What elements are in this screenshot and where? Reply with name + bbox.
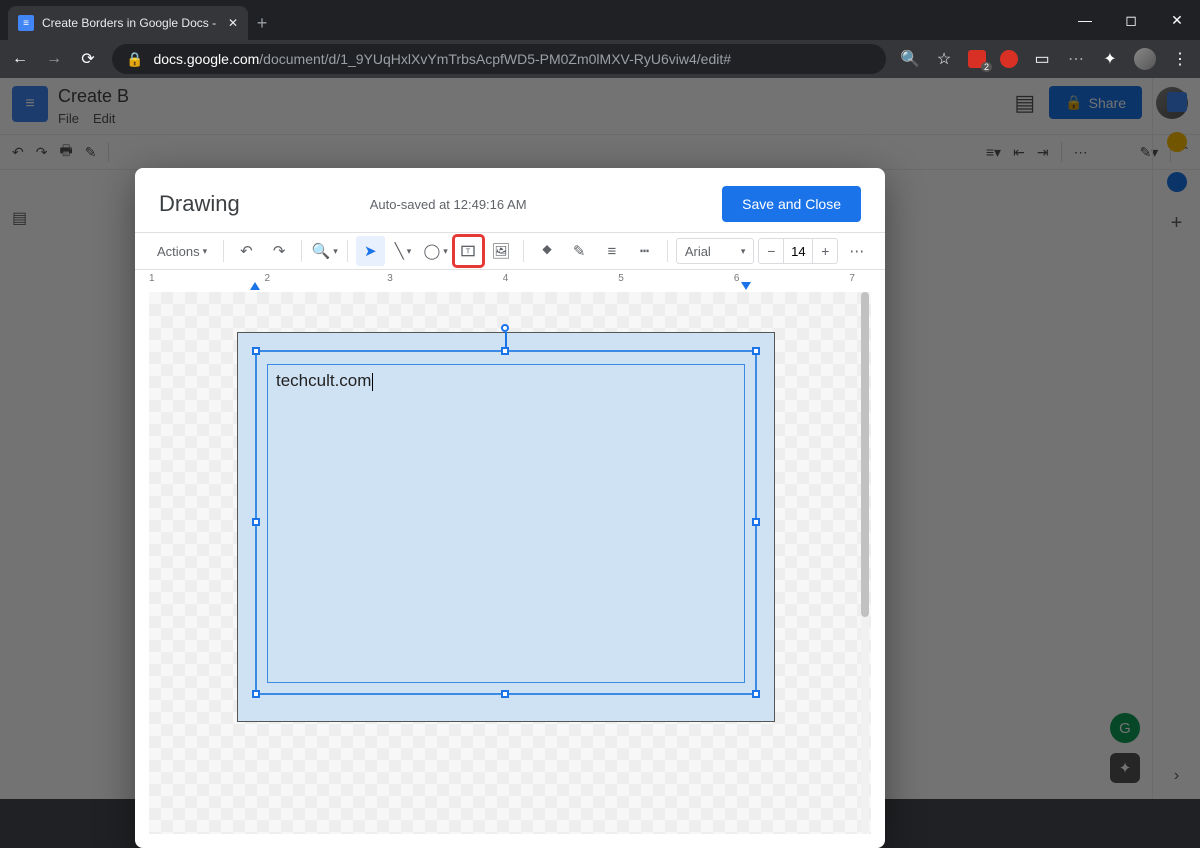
rotation-handle[interactable] (501, 324, 509, 332)
url-path: /document/d/1_9YUqHxlXvYmTrbsAcpfWD5-PM0… (259, 51, 731, 67)
docs-app: ≡ Create B File Edit ▤ 🔒 Share ↶ ↷ 🖶 ✎ ≡… (0, 78, 1200, 799)
forward-button[interactable]: → (44, 50, 64, 68)
redo-button[interactable]: ↷ (265, 236, 294, 266)
scrollbar-thumb[interactable] (861, 292, 869, 617)
right-indent-marker[interactable] (741, 282, 751, 290)
adblock-extension[interactable] (1000, 50, 1018, 68)
reload-button[interactable]: ⟳ (78, 49, 98, 69)
cast-icon[interactable]: ▭ (1032, 49, 1052, 69)
tab-title: Create Borders in Google Docs - (42, 16, 216, 30)
autosave-status: Auto-saved at 12:49:16 AM (370, 197, 527, 212)
url-host: docs.google.com (153, 51, 259, 67)
lock-icon: 🔒 (126, 51, 143, 68)
address-bar: ← → ⟳ 🔒 docs.google.com/document/d/1_9YU… (0, 40, 1200, 78)
resize-handle-br[interactable] (752, 690, 760, 698)
extension-icons: 🔍 ☆ 2 ▭ ⋯ ✦ ⋮ (900, 48, 1190, 70)
text-caret (372, 373, 373, 391)
new-tab-button[interactable]: + (248, 6, 276, 40)
zoom-button[interactable]: 🔍 (310, 236, 339, 266)
search-icon[interactable]: 🔍 (900, 49, 920, 69)
font-size-increase[interactable]: + (813, 239, 837, 263)
line-tool[interactable]: ╲ (389, 236, 418, 266)
vertical-scrollbar[interactable] (861, 292, 869, 834)
border-dash-button[interactable]: ┅ (630, 236, 659, 266)
select-tool[interactable]: ➤ (356, 236, 385, 266)
horizontal-ruler[interactable]: 1 2 3 4 5 6 7 (135, 270, 885, 292)
svg-text:T: T (466, 247, 471, 256)
image-tool[interactable]: 🖼 (487, 236, 516, 266)
dialog-title: Drawing (159, 191, 240, 217)
back-button[interactable]: ← (10, 50, 30, 68)
actions-menu[interactable]: Actions (149, 236, 215, 266)
omnibox[interactable]: 🔒 docs.google.com/document/d/1_9YUqHxlXv… (112, 44, 886, 74)
border-color-button[interactable]: ✎ (565, 236, 594, 266)
todoist-extension[interactable]: 2 (968, 50, 986, 68)
close-window-button[interactable]: ✕ (1154, 0, 1200, 40)
maximize-button[interactable]: ◻ (1108, 0, 1154, 40)
profile-avatar[interactable] (1134, 48, 1156, 70)
browser-titlebar: ≡ Create Borders in Google Docs - ✕ + — … (0, 0, 1200, 40)
resize-handle-tl[interactable] (252, 347, 260, 355)
resize-handle-t[interactable] (501, 347, 509, 355)
resize-handle-r[interactable] (752, 518, 760, 526)
drawing-canvas[interactable]: 1 2 3 techcult.com (149, 292, 871, 834)
font-size-decrease[interactable]: − (759, 239, 783, 263)
undo-button[interactable]: ↶ (232, 236, 261, 266)
more-options-button[interactable]: ⋯ (842, 236, 871, 266)
close-tab-icon[interactable]: ✕ (228, 16, 238, 30)
drawing-toolbar: Actions ↶ ↷ 🔍 ➤ ╲ ◯ T 🖼 ✎ ≡ ┅ Arial▾ (135, 232, 885, 270)
fill-color-button[interactable] (532, 236, 561, 266)
drawing-dialog: Drawing Auto-saved at 12:49:16 AM Save a… (135, 168, 885, 848)
shape-tool[interactable]: ◯ (421, 236, 450, 266)
browser-tab[interactable]: ≡ Create Borders in Google Docs - ✕ (8, 6, 248, 40)
border-weight-button[interactable]: ≡ (598, 236, 627, 266)
extension-badge: 2 (981, 62, 992, 72)
resize-handle-b[interactable] (501, 690, 509, 698)
left-indent-marker[interactable] (250, 282, 260, 290)
resize-handle-tr[interactable] (752, 347, 760, 355)
textbox-tool[interactable]: T (454, 236, 483, 266)
extension-dot[interactable]: ⋯ (1066, 49, 1086, 69)
textbox-selection[interactable]: techcult.com (255, 350, 757, 695)
textbox-content[interactable]: techcult.com (267, 364, 745, 683)
minimize-button[interactable]: — (1062, 0, 1108, 40)
docs-favicon: ≡ (18, 15, 34, 31)
font-size-input[interactable] (783, 239, 813, 263)
star-icon[interactable]: ☆ (934, 49, 954, 69)
chrome-menu[interactable]: ⋮ (1170, 49, 1190, 69)
window-controls: — ◻ ✕ (1062, 0, 1200, 40)
font-family-select[interactable]: Arial▾ (676, 238, 755, 264)
resize-handle-l[interactable] (252, 518, 260, 526)
rotation-stem (505, 332, 507, 348)
resize-handle-bl[interactable] (252, 690, 260, 698)
dialog-header: Drawing Auto-saved at 12:49:16 AM Save a… (135, 168, 885, 232)
save-and-close-button[interactable]: Save and Close (722, 186, 861, 222)
extensions-icon[interactable]: ✦ (1100, 49, 1120, 69)
font-size-stepper[interactable]: − + (758, 238, 838, 264)
